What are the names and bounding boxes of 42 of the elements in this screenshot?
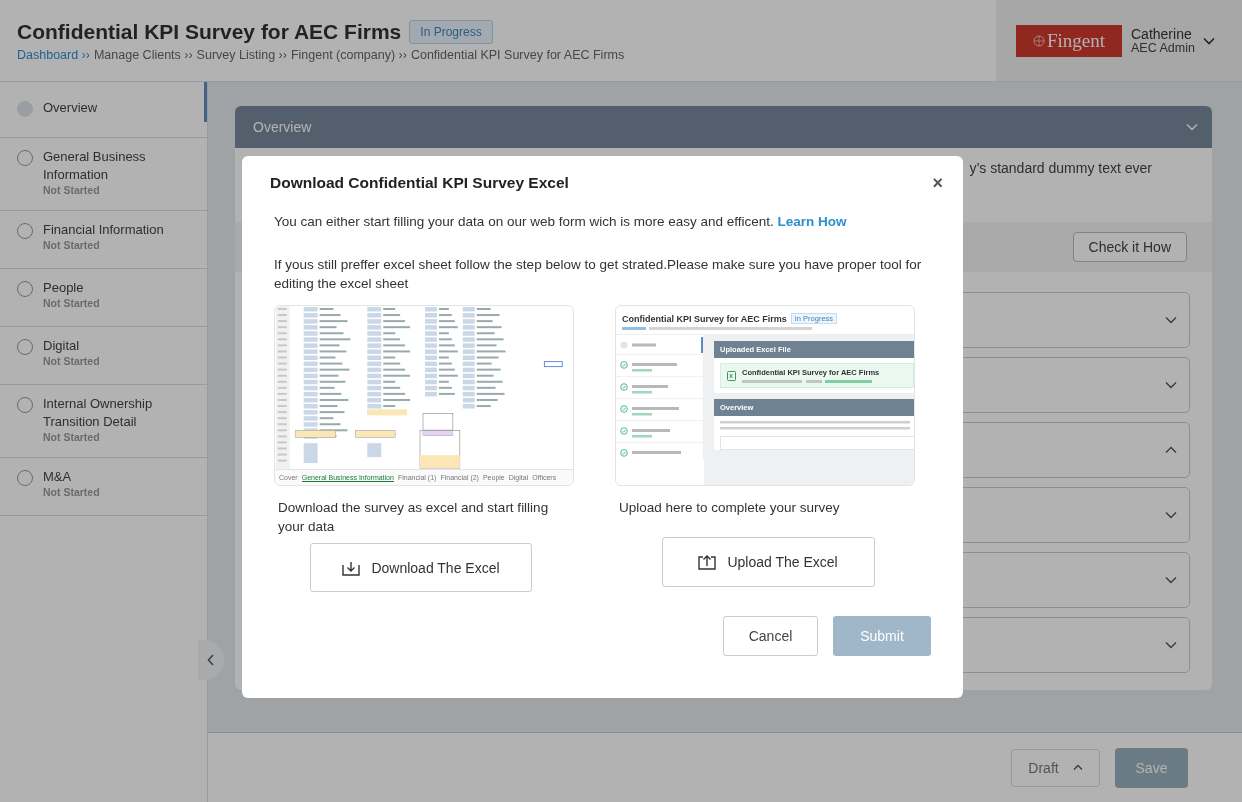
chevron-down-icon[interactable] <box>1165 381 1177 389</box>
close-button[interactable]: × <box>932 174 943 192</box>
intro-text: You can either start filling your data on our web form wich is more easy and efficent. Learn How <box>274 214 848 229</box>
user-name[interactable]: Catherine <box>1131 26 1195 41</box>
page-title: Confidential KPI Survey for AEC Firms <box>17 20 402 44</box>
caret-icon[interactable] <box>1202 36 1215 45</box>
overview-text: y’s standard dummy text ever <box>969 160 1152 178</box>
upload-button[interactable]: Upload The Excel <box>661 537 875 587</box>
chevron-up-icon <box>1072 764 1083 771</box>
sidebar-item[interactable]: Digital Not Started <box>0 327 207 385</box>
sidebar-item[interactable]: People Not Started <box>0 269 207 327</box>
preview-title: Confidential KPI Survey for AEC Firms <box>622 313 787 324</box>
download-caption: Download the survey as excel and start filling your data <box>278 499 550 536</box>
chevron-down-icon[interactable] <box>1165 641 1177 649</box>
upload-icon <box>698 554 717 570</box>
upload-caption: Upload here to complete your survey <box>619 499 841 517</box>
sidebar-item[interactable]: M&A Not Started <box>0 458 207 516</box>
status-badge: In Progress <box>409 20 493 44</box>
modal-title: Download Confidential KPI Survey Excel <box>270 174 569 192</box>
sidebar-item[interactable]: General Business Information Not Started <box>0 138 207 211</box>
sidebar-item[interactable]: Overview <box>0 82 207 138</box>
download-button[interactable]: Download The Excel <box>310 543 532 592</box>
collapse-handle[interactable] <box>198 640 224 680</box>
instruction-text: If yous still preffer excel sheet follow the step below to get strated.Please make sure you have proper tool for editing the excel sheet <box>274 256 923 293</box>
draft-dropdown[interactable]: Draft <box>1011 748 1100 787</box>
user-role: AEC Admin <box>1131 41 1195 55</box>
breadcrumb-item: Manage Clients ›› <box>93 48 193 62</box>
download-icon <box>342 559 361 576</box>
check-it-how-button[interactable]: Check it How <box>1072 232 1187 262</box>
sidebar-item[interactable]: Financial Information Not Started <box>0 211 207 269</box>
excel-file-icon <box>727 370 736 381</box>
learn-how-link[interactable]: Learn How <box>777 214 847 229</box>
chevron-down-icon[interactable] <box>1165 316 1177 324</box>
cancel-button[interactable]: Cancel <box>723 616 818 656</box>
sidebar-item[interactable]: Internal Ownership Transition Detail Not Started <box>0 385 207 458</box>
breadcrumb-item: Survey Listing ›› <box>196 48 287 62</box>
chevron-up-icon[interactable] <box>1165 446 1177 454</box>
chevron-down-icon[interactable] <box>1165 576 1177 584</box>
company-logo: Fingent <box>1016 24 1122 57</box>
breadcrumb-item: Fingent (company) ›› <box>290 48 407 62</box>
breadcrumb-item: Confidential KPI Survey for AEC Firms <box>410 48 625 62</box>
chevron-down-icon[interactable] <box>1165 511 1177 519</box>
